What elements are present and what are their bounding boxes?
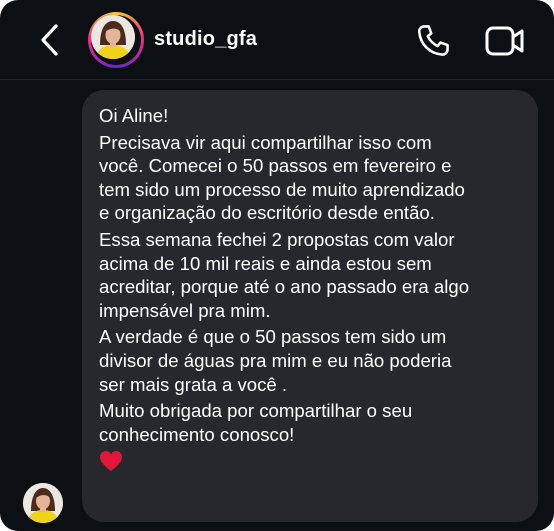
message-paragraph: Muito obrigada por compartilhar o seu co…: [99, 400, 413, 445]
message-paragraph: Oi Aline!: [99, 105, 169, 126]
sender-avatar[interactable]: [23, 483, 63, 523]
chat-header: studio_gfa: [0, 0, 554, 80]
message-paragraph: A verdade é que o 50 passos tem sido um …: [99, 326, 452, 395]
message-bubble[interactable]: Oi Aline! Precisava vir aqui compartilha…: [82, 90, 538, 522]
message-paragraph: Precisava vir aqui compartilhar isso com…: [99, 131, 465, 224]
message-paragraph: Essa semana fechei 2 propostas com valor…: [99, 228, 470, 321]
profile-photo: [91, 15, 135, 59]
red-heart-icon: [100, 451, 122, 472]
chevron-left-icon[interactable]: [36, 22, 68, 58]
avatar[interactable]: [88, 12, 144, 68]
phone-icon[interactable]: [414, 22, 452, 60]
username[interactable]: studio_gfa: [154, 28, 257, 51]
chat-window: studio_gfa Oi Aline! Precisava vir aqui …: [0, 0, 554, 531]
video-camera-icon[interactable]: [484, 24, 526, 58]
